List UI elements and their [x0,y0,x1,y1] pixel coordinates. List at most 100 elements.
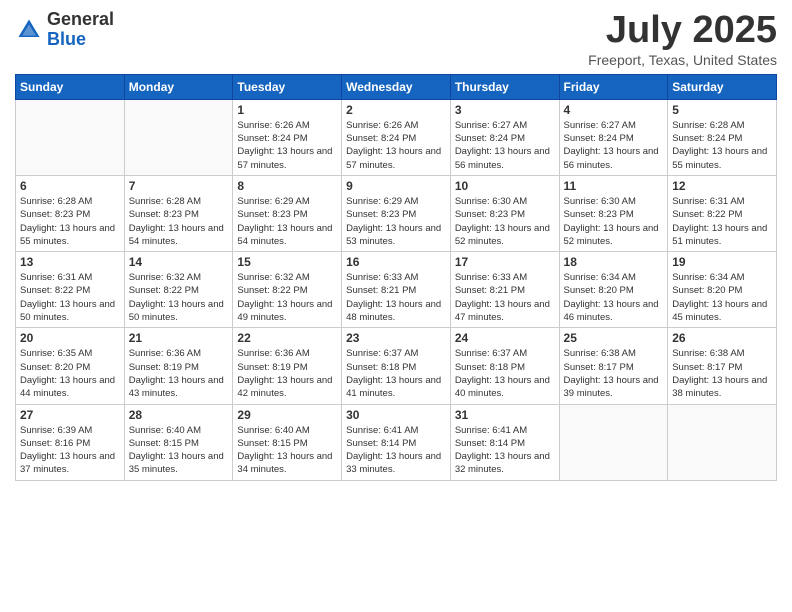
day-number: 1 [237,103,337,117]
day-number: 7 [129,179,229,193]
calendar-cell: 24Sunrise: 6:37 AM Sunset: 8:18 PM Dayli… [450,328,559,404]
day-number: 30 [346,408,446,422]
calendar-cell [16,99,125,175]
weekday-header-friday: Friday [559,74,668,99]
day-number: 2 [346,103,446,117]
weekday-header-tuesday: Tuesday [233,74,342,99]
day-info: Sunrise: 6:28 AM Sunset: 8:23 PM Dayligh… [20,195,120,248]
calendar-cell: 7 Sunrise: 6:28 AM Sunset: 8:23 PM Daylig… [124,175,233,251]
weekday-header-sunday: Sunday [16,74,125,99]
day-number: 31 [455,408,555,422]
day-info: Sunrise: 6:41 AM Sunset: 8:14 PM Dayligh… [455,424,555,477]
day-number: 9 [346,179,446,193]
week-row-2: 6 Sunrise: 6:28 AM Sunset: 8:23 PM Daylig… [16,175,777,251]
day-info: Sunrise: 6:32 AM Sunset: 8:22 PM Dayligh… [129,271,229,324]
logo-blue: Blue [47,29,86,49]
logo-general: General [47,9,114,29]
calendar-cell: 10 Sunrise: 6:30 AM Sunset: 8:23 PM Dayli… [450,175,559,251]
calendar-cell: 13Sunrise: 6:31 AM Sunset: 8:22 PM Dayli… [16,252,125,328]
calendar-cell: 1Sunrise: 6:26 AM Sunset: 8:24 PM Daylig… [233,99,342,175]
calendar-cell [124,99,233,175]
day-info: Sunrise: 6:27 AM Sunset: 8:24 PM Dayligh… [564,119,664,172]
weekday-header-monday: Monday [124,74,233,99]
day-number: 16 [346,255,446,269]
month-year: July 2025 [588,10,777,52]
day-info: Sunrise: 6:34 AM Sunset: 8:20 PM Dayligh… [564,271,664,324]
calendar-cell: 3 Sunrise: 6:27 AM Sunset: 8:24 PM Daylig… [450,99,559,175]
calendar-cell: 12 Sunrise: 6:31 AM Sunset: 8:22 PM Dayli… [668,175,777,251]
day-info: Sunrise: 6:28 AM Sunset: 8:24 PM Dayligh… [672,119,772,172]
day-info: Sunrise: 6:31 AM Sunset: 8:22 PM Dayligh… [672,195,772,248]
day-info: Sunrise: 6:39 AM Sunset: 8:16 PM Dayligh… [20,424,120,477]
day-number: 24 [455,331,555,345]
calendar-cell: 23Sunrise: 6:37 AM Sunset: 8:18 PM Dayli… [342,328,451,404]
calendar-cell: 22 Sunrise: 6:36 AM Sunset: 8:19 PM Dayli… [233,328,342,404]
calendar-cell [668,404,777,480]
calendar-header: SundayMondayTuesdayWednesdayThursdayFrid… [16,74,777,99]
day-info: Sunrise: 6:40 AM Sunset: 8:15 PM Dayligh… [237,424,337,477]
weekday-header-saturday: Saturday [668,74,777,99]
day-info: Sunrise: 6:28 AM Sunset: 8:23 PM Dayligh… [129,195,229,248]
day-number: 3 [455,103,555,117]
day-number: 23 [346,331,446,345]
calendar-cell: 14 Sunrise: 6:32 AM Sunset: 8:22 PM Dayli… [124,252,233,328]
logo-text: General Blue [47,10,114,50]
day-number: 10 [455,179,555,193]
day-number: 18 [564,255,664,269]
day-number: 21 [129,331,229,345]
week-row-4: 20Sunrise: 6:35 AM Sunset: 8:20 PM Dayli… [16,328,777,404]
calendar-cell: 27 Sunrise: 6:39 AM Sunset: 8:16 PM Dayli… [16,404,125,480]
day-number: 12 [672,179,772,193]
calendar-cell: 8 Sunrise: 6:29 AM Sunset: 8:23 PM Daylig… [233,175,342,251]
logo-icon [15,16,43,44]
calendar-cell [559,404,668,480]
day-info: Sunrise: 6:30 AM Sunset: 8:23 PM Dayligh… [564,195,664,248]
calendar-cell: 29Sunrise: 6:40 AM Sunset: 8:15 PM Dayli… [233,404,342,480]
calendar-cell: 26Sunrise: 6:38 AM Sunset: 8:17 PM Dayli… [668,328,777,404]
day-number: 19 [672,255,772,269]
day-number: 27 [20,408,120,422]
calendar-cell: 4 Sunrise: 6:27 AM Sunset: 8:24 PM Daylig… [559,99,668,175]
day-info: Sunrise: 6:35 AM Sunset: 8:20 PM Dayligh… [20,347,120,400]
day-info: Sunrise: 6:34 AM Sunset: 8:20 PM Dayligh… [672,271,772,324]
day-info: Sunrise: 6:30 AM Sunset: 8:23 PM Dayligh… [455,195,555,248]
calendar-cell: 21 Sunrise: 6:36 AM Sunset: 8:19 PM Dayli… [124,328,233,404]
calendar-cell: 11 Sunrise: 6:30 AM Sunset: 8:23 PM Dayli… [559,175,668,251]
header: General Blue July 2025 Freeport, Texas, … [15,10,777,68]
calendar-cell: 20Sunrise: 6:35 AM Sunset: 8:20 PM Dayli… [16,328,125,404]
title-block: July 2025 Freeport, Texas, United States [588,10,777,68]
day-number: 17 [455,255,555,269]
day-number: 25 [564,331,664,345]
week-row-3: 13Sunrise: 6:31 AM Sunset: 8:22 PM Dayli… [16,252,777,328]
day-info: Sunrise: 6:36 AM Sunset: 8:19 PM Dayligh… [129,347,229,400]
day-info: Sunrise: 6:29 AM Sunset: 8:23 PM Dayligh… [237,195,337,248]
week-row-5: 27 Sunrise: 6:39 AM Sunset: 8:16 PM Dayli… [16,404,777,480]
day-info: Sunrise: 6:33 AM Sunset: 8:21 PM Dayligh… [455,271,555,324]
day-number: 8 [237,179,337,193]
calendar-cell: 25Sunrise: 6:38 AM Sunset: 8:17 PM Dayli… [559,328,668,404]
day-info: Sunrise: 6:26 AM Sunset: 8:24 PM Dayligh… [346,119,446,172]
day-number: 6 [20,179,120,193]
day-info: Sunrise: 6:32 AM Sunset: 8:22 PM Dayligh… [237,271,337,324]
calendar-cell: 18 Sunrise: 6:34 AM Sunset: 8:20 PM Dayli… [559,252,668,328]
weekday-header-thursday: Thursday [450,74,559,99]
day-info: Sunrise: 6:31 AM Sunset: 8:22 PM Dayligh… [20,271,120,324]
day-number: 22 [237,331,337,345]
day-info: Sunrise: 6:27 AM Sunset: 8:24 PM Dayligh… [455,119,555,172]
calendar-cell: 19 Sunrise: 6:34 AM Sunset: 8:20 PM Dayli… [668,252,777,328]
calendar-cell: 16 Sunrise: 6:33 AM Sunset: 8:21 PM Dayli… [342,252,451,328]
calendar-cell: 5 Sunrise: 6:28 AM Sunset: 8:24 PM Daylig… [668,99,777,175]
day-number: 4 [564,103,664,117]
calendar-body: 1 Sunrise: 6:26 AM Sunset: 8:24 PM Daylig… [16,99,777,480]
day-number: 5 [672,103,772,117]
day-number: 14 [129,255,229,269]
day-info: Sunrise: 6:36 AM Sunset: 8:19 PM Dayligh… [237,347,337,400]
day-info: Sunrise: 6:33 AM Sunset: 8:21 PM Dayligh… [346,271,446,324]
weekday-row: SundayMondayTuesdayWednesdayThursdayFrid… [16,74,777,99]
day-info: Sunrise: 6:29 AM Sunset: 8:23 PM Dayligh… [346,195,446,248]
location: Freeport, Texas, United States [588,52,777,68]
week-row-1: 1 Sunrise: 6:26 AM Sunset: 8:24 PM Daylig… [16,99,777,175]
day-number: 11 [564,179,664,193]
page: General Blue July 2025 Freeport, Texas, … [0,0,792,612]
logo: General Blue [15,10,114,50]
